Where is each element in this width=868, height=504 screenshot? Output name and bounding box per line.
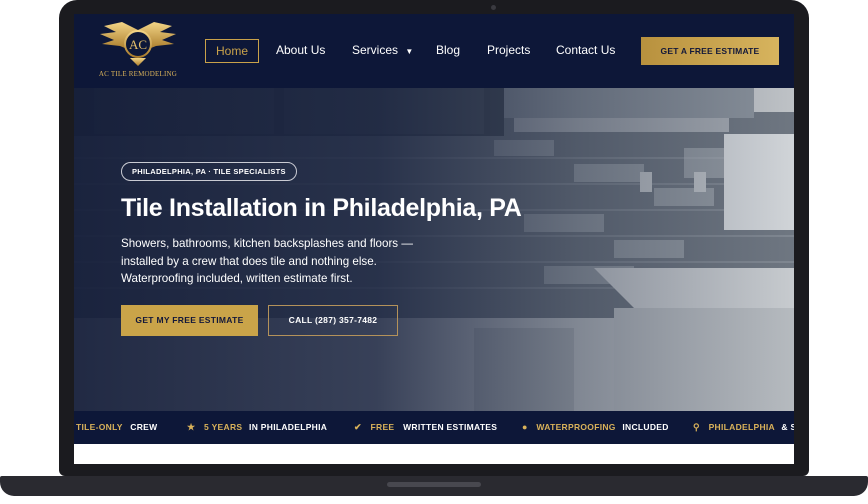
ticker-highlight: PHILADELPHIA: [708, 422, 775, 432]
ticker-highlight: WATERPROOFING: [536, 422, 616, 432]
header-estimate-button[interactable]: GET A FREE ESTIMATE: [641, 37, 779, 65]
nav-about[interactable]: About Us: [276, 39, 325, 63]
ticker-item-philadelphia: ⚲ PHILADELPHIA & SU: [693, 411, 794, 444]
laptop-frame: AC AC TILE REMODELING Home About Us Serv…: [0, 0, 868, 504]
ticker-text: INCLUDED: [622, 422, 669, 432]
call-button[interactable]: CALL (287) 357-7482: [268, 305, 398, 336]
camera-dot: [491, 5, 496, 10]
map-pin-icon: ⚲: [693, 422, 700, 432]
laptop-notch: [387, 482, 481, 487]
chevron-down-icon: ▼: [405, 47, 414, 56]
nav-services-label: Services: [352, 43, 399, 57]
ticker-item-years: ★ 5 YEARS IN PHILADELPHIA: [187, 411, 327, 444]
ticker-highlight: FREE: [370, 422, 395, 432]
ticker-highlight: TILE-ONLY: [76, 422, 123, 432]
free-estimate-button[interactable]: GET MY FREE ESTIMATE: [121, 305, 258, 336]
droplet-icon: ●: [522, 422, 528, 432]
ticker-text: CREW: [130, 422, 158, 432]
site-header: AC AC TILE REMODELING Home About Us Serv…: [74, 14, 794, 88]
star-icon: ★: [187, 422, 196, 432]
features-ticker: TILE-ONLY CREW ★ 5 YEARS IN PHILADELPHIA…: [74, 411, 794, 444]
hero-description-line-3: Waterproofing included, written estimate…: [121, 272, 353, 285]
site-logo[interactable]: AC AC TILE REMODELING: [96, 20, 180, 82]
check-circle-icon: ✔: [354, 422, 362, 432]
ticker-text: & SU: [781, 422, 794, 432]
logo-text: AC TILE REMODELING: [98, 70, 178, 78]
logo-initials: AC: [129, 37, 147, 52]
nav-home[interactable]: Home: [205, 39, 259, 63]
nav-services[interactable]: Services ▼: [352, 39, 413, 63]
ticker-text: WRITTEN ESTIMATES: [403, 422, 498, 432]
ticker-highlight: 5 YEARS: [204, 422, 243, 432]
ticker-item-tile-only: TILE-ONLY CREW: [76, 411, 157, 444]
website-screen: AC AC TILE REMODELING Home About Us Serv…: [74, 14, 794, 464]
hero-section: PHILADELPHIA, PA · TILE SPECIALISTS Tile…: [74, 88, 794, 411]
hero-description: Showers, bathrooms, kitchen backsplashes…: [121, 235, 481, 288]
ticker-item-waterproofing: ● WATERPROOFING INCLUDED: [522, 411, 669, 444]
ticker-text: IN PHILADELPHIA: [249, 422, 328, 432]
nav-contact[interactable]: Contact Us: [556, 39, 615, 63]
hero-title: Tile Installation in Philadelphia, PA: [121, 194, 522, 222]
nav-projects[interactable]: Projects: [487, 39, 530, 63]
ticker-item-free: ✔ FREE WRITTEN ESTIMATES: [354, 411, 497, 444]
nav-blog[interactable]: Blog: [436, 39, 460, 63]
eagle-logo-icon: AC: [100, 22, 176, 66]
hero-description-line-2: installed by a crew that does tile and n…: [121, 254, 377, 268]
location-badge: PHILADELPHIA, PA · TILE SPECIALISTS: [121, 162, 297, 181]
hero-description-line-1: Showers, bathrooms, kitchen backsplashes…: [121, 237, 413, 250]
